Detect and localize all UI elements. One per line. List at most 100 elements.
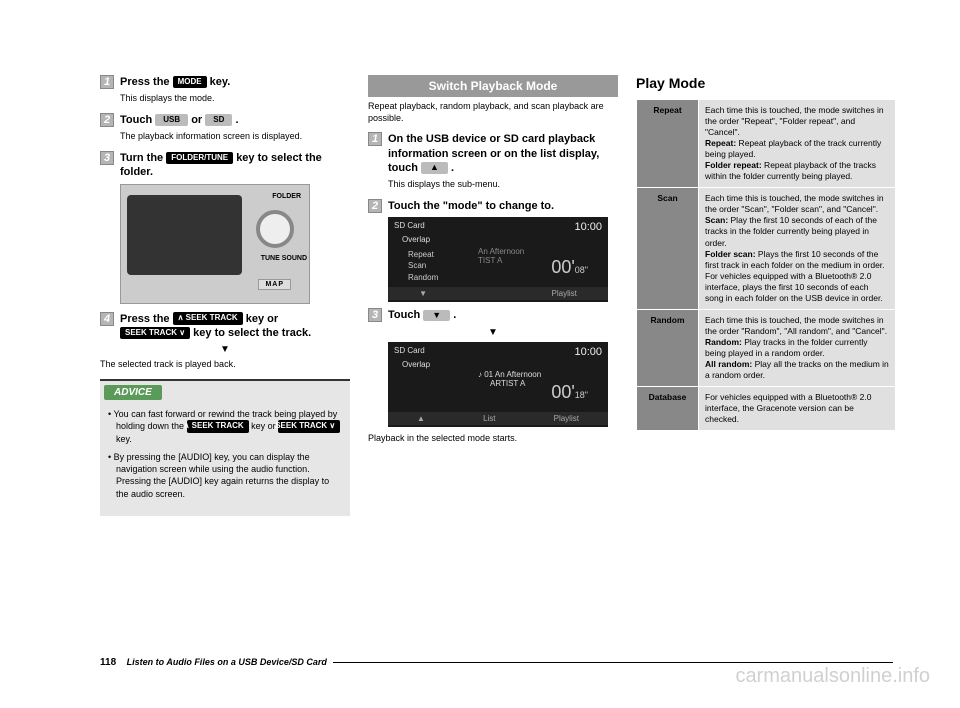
step-number: 4 [100,312,114,326]
ss-counter: 00'08" [551,257,588,278]
down-arrow-button: ▼ [423,310,450,322]
page-title: Listen to Audio Files on a USB Device/SD… [127,657,327,667]
step-3: 3 Turn the FOLDER/TUNE key to select the… [100,151,350,180]
step-text: Touch the "mode" to change to. [388,199,618,213]
step-number: 2 [368,199,382,213]
menu-item: Random [408,272,438,283]
table-row: RepeatEach time this is touched, the mod… [637,100,896,188]
t: Touch [388,309,423,321]
t: key to select the track. [193,327,311,339]
mode-label: Database [637,387,699,431]
ss-track: ♪ 01 An Afternoon ARTIST A [478,370,541,388]
advice-label: ADVICE [104,385,162,400]
step-1: 1 Press the MODE key. [100,75,350,89]
seek-up-key: ∧ SEEK TRACK [173,312,243,324]
step-1: 1 On the USB device or SD card playback … [368,132,618,175]
diagram-label: MAP [258,279,291,290]
ss-time: 10:00 [574,221,602,233]
advice-item: You can fast forward or rewind the track… [108,408,342,445]
advice-box: ADVICE You can fast forward or rewind th… [100,379,350,516]
ss-title: SD Card [394,221,425,230]
t: Playlist [552,289,577,298]
t: List [483,414,495,423]
column-2: Switch Playback Mode Repeat playback, ra… [368,75,618,516]
diagram-label: TUNE SOUND [261,255,307,262]
t: Press the [120,313,173,325]
t: key or [251,421,278,431]
page-number: 118 [100,657,116,668]
mode-label: Repeat [637,100,699,188]
t: ▼ [419,289,427,298]
down-arrow-icon: ▼ [368,327,618,338]
diagram-screen [127,195,242,275]
diagram-knob [256,210,294,248]
step-number: 2 [100,113,114,127]
t: Turn the [120,152,166,164]
column-1: 1 Press the MODE key. This displays the … [100,75,350,516]
mode-desc: Each time this is touched, the mode swit… [699,188,896,309]
mode-desc: Each time this is touched, the mode swit… [699,309,896,386]
t: ▲ [417,414,425,423]
column-3: Play Mode RepeatEach time this is touche… [636,75,896,516]
t: key. [210,76,231,88]
mode-desc: For vehicles equipped with a Bluetooth® … [699,387,896,431]
ss-counter: 00'18" [551,382,588,403]
step-number: 3 [100,151,114,165]
t: TIST A [478,256,524,265]
ss-time: 10:00 [574,346,602,358]
down-arrow-icon: ▼ [100,344,350,355]
step-text: Press the MODE key. [120,75,350,89]
mode-label: Scan [637,188,699,309]
step-number: 1 [368,132,382,146]
step-4: 4 Press the ∧ SEEK TRACK key or SEEK TRA… [100,312,350,341]
t: Press the [120,76,173,88]
step-sub: This displays the sub-menu. [388,179,618,191]
screenshot-2: SD Card 10:00 Overlap ♪ 01 An Afternoon … [388,342,608,427]
mode-label: Random [637,309,699,386]
ss-title: SD Card [394,346,425,355]
step-text: Touch ▼ . [388,308,618,322]
t: key. [116,434,132,444]
footer-rule [333,662,893,663]
table-row: ScanEach time this is touched, the mode … [637,188,896,309]
ss-sub: Overlap [402,360,430,369]
usb-key: USB [155,114,188,126]
step-sub: The playback information screen is displ… [120,131,350,143]
watermark: carmanualsonline.info [735,665,930,688]
ss-track: An Afternoon TIST A [478,247,524,265]
page-content: 1 Press the MODE key. This displays the … [0,0,960,536]
step-text: On the USB device or SD card playback in… [388,132,618,175]
ss-sub: Overlap [402,235,430,244]
menu-item: Scan [408,260,438,271]
t: . [451,162,454,174]
seek-up-key: ∧ SEEK TRACK [187,420,249,433]
ss-bottom: ▼ Playlist [388,287,608,300]
outro-text: Playback in the selected mode starts. [368,433,618,445]
intro-text: Repeat playback, random playback, and sc… [368,101,618,124]
up-arrow-button: ▲ [421,162,448,174]
t: 08" [575,265,588,275]
t: On the USB device or SD card playback in… [388,133,599,174]
t: key or [246,313,278,325]
play-mode-heading: Play Mode [636,75,896,91]
screenshot-1: SD Card 10:00 Overlap Repeat Scan Random… [388,217,608,302]
t: . [235,114,238,126]
step-3: 3 Touch ▼ . [368,308,618,322]
table-row: DatabaseFor vehicles equipped with a Blu… [637,387,896,431]
step-2: 2 Touch the "mode" to change to. [368,199,618,213]
ss-menu: Repeat Scan Random [408,249,438,283]
t: 18" [575,390,588,400]
diagram-label: FOLDER [272,193,301,200]
t: or [191,114,205,126]
t: 00' [551,382,574,402]
t: 00' [551,257,574,277]
t: ♪ 01 An Afternoon [478,370,541,379]
advice-item: By pressing the [AUDIO] key, you can dis… [108,451,342,500]
table-row: RandomEach time this is touched, the mod… [637,309,896,386]
t: Touch [120,114,155,126]
step-text: Touch USB or SD . [120,113,350,127]
mode-desc: Each time this is touched, the mode swit… [699,100,896,188]
hardware-diagram: FOLDER TUNE SOUND MAP [120,184,310,304]
step-text: Turn the FOLDER/TUNE key to select the f… [120,151,350,180]
step-text: Press the ∧ SEEK TRACK key or SEEK TRACK… [120,312,350,341]
